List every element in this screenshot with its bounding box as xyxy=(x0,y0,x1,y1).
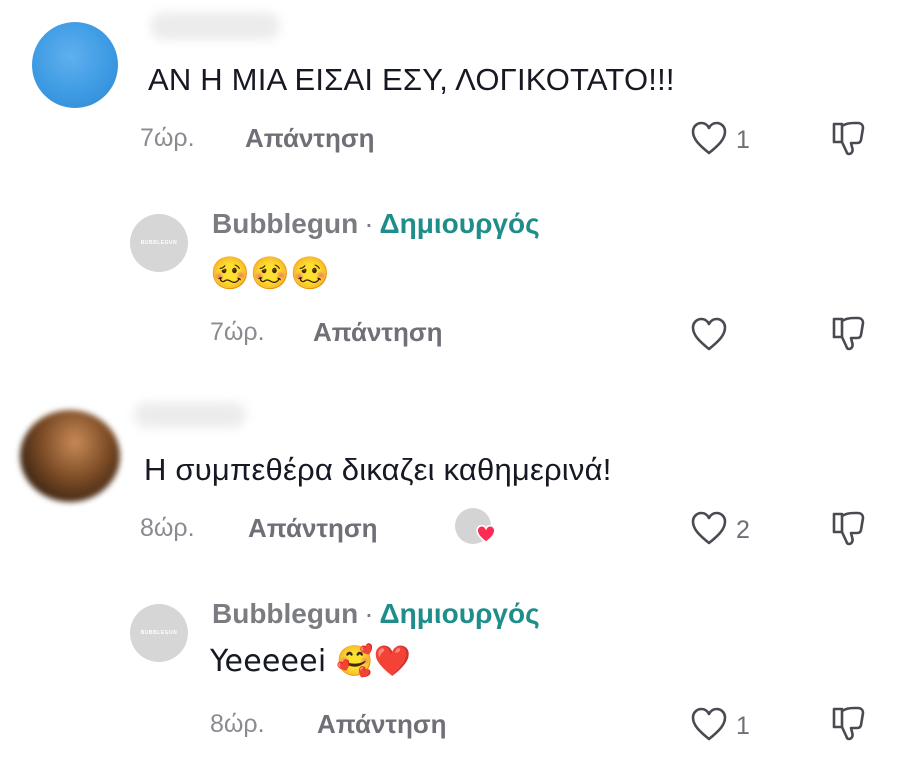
like-count: 1 xyxy=(736,126,750,154)
thumbs-down-outline-icon[interactable] xyxy=(828,118,868,158)
comment-2: Η συμπεθέρα δικαζει καθημερινά! 8ώρ. Απά… xyxy=(0,380,900,774)
user-avatar[interactable] xyxy=(32,22,118,108)
reply-button[interactable]: Απάντηση xyxy=(317,709,447,740)
reply-time: 7ώρ. xyxy=(210,318,265,346)
thumbs-down-outline-icon[interactable] xyxy=(828,703,868,743)
comment-time: 7ώρ. xyxy=(140,124,195,152)
heart-filled-icon xyxy=(475,524,497,544)
creator-avatar-text: BUBBLEGUN xyxy=(140,240,178,246)
heart-outline-icon[interactable] xyxy=(690,706,728,742)
reply-button[interactable]: Απάντηση xyxy=(248,513,378,544)
reply-text: Yeeeeei 🥰❤️ xyxy=(210,644,412,679)
username-blurred[interactable] xyxy=(150,12,280,40)
creator-header: Bubblegun · Δημιουργός xyxy=(212,208,540,240)
creator-avatar-text: BUBBLEGUN xyxy=(140,630,178,636)
reply-button[interactable]: Απάντηση xyxy=(245,123,375,154)
creator-avatar[interactable]: BUBBLEGUN xyxy=(130,214,188,272)
creator-header: Bubblegun · Δημιουργός xyxy=(212,598,540,630)
creator-role-badge: Δημιουργός xyxy=(379,208,540,239)
reply-button[interactable]: Απάντηση xyxy=(313,317,443,348)
thumbs-down-outline-icon[interactable] xyxy=(828,508,868,548)
user-avatar[interactable] xyxy=(20,410,120,502)
name-separator: · xyxy=(364,598,374,629)
reply-text: 🥴🥴🥴 xyxy=(210,254,331,292)
like-count: 1 xyxy=(736,712,750,740)
username-blurred[interactable] xyxy=(134,402,246,428)
heart-outline-icon[interactable] xyxy=(690,510,728,546)
thumbs-down-outline-icon[interactable] xyxy=(828,313,868,353)
comment-time: 8ώρ. xyxy=(140,514,195,542)
creator-name[interactable]: Bubblegun xyxy=(212,598,358,629)
heart-outline-icon[interactable] xyxy=(690,316,728,352)
creator-liked-badge xyxy=(455,508,501,548)
heart-outline-icon[interactable] xyxy=(690,120,728,156)
comment-text: ΑΝ Η ΜΙΑ ΕΙΣΑΙ ΕΣΥ, ΛΟΓΙΚΟΤΑΤΟ!!! xyxy=(148,62,675,97)
reply-time: 8ώρ. xyxy=(210,710,265,738)
creator-role-badge: Δημιουργός xyxy=(379,598,540,629)
like-count: 2 xyxy=(736,516,750,544)
comment-text: Η συμπεθέρα δικαζει καθημερινά! xyxy=(144,452,612,487)
name-separator: · xyxy=(364,208,374,239)
creator-name[interactable]: Bubblegun xyxy=(212,208,358,239)
comment-1: ΑΝ Η ΜΙΑ ΕΙΣΑΙ ΕΣΥ, ΛΟΓΙΚΟΤΑΤΟ!!! 7ώρ. Α… xyxy=(0,0,900,380)
creator-avatar[interactable]: BUBBLEGUN xyxy=(130,604,188,662)
